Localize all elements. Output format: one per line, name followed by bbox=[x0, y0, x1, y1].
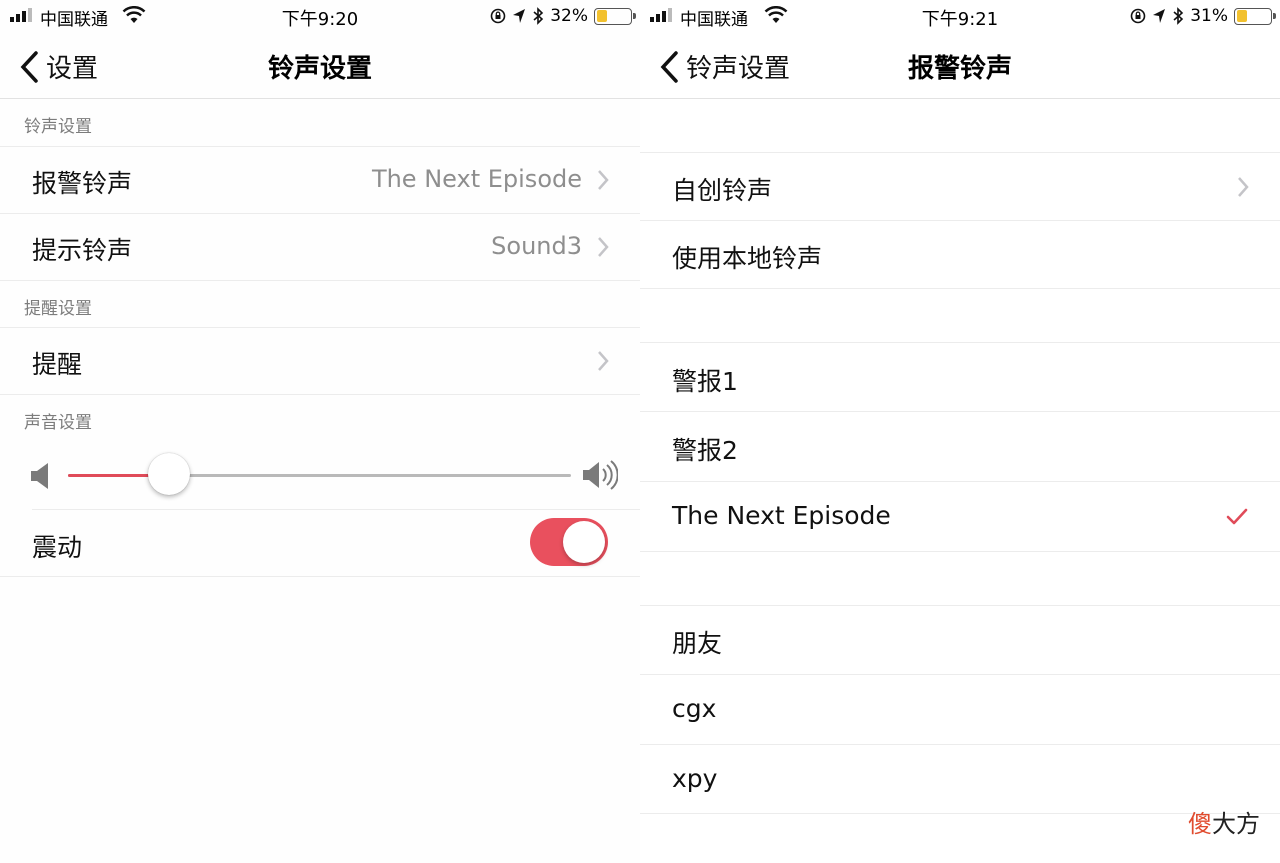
prompt-ringtone-label: 提示铃声 bbox=[32, 236, 133, 265]
custom-ringtone-row[interactable]: 自创铃声 bbox=[640, 153, 1280, 221]
vibrate-label: 震动 bbox=[32, 533, 83, 562]
rotation-lock-icon bbox=[490, 8, 506, 24]
vibrate-row: 震动 bbox=[0, 510, 640, 577]
volume-high-icon bbox=[583, 460, 618, 490]
list-item[interactable]: cgx bbox=[640, 675, 1280, 745]
toggle-thumb bbox=[563, 521, 605, 563]
alarm-ringtone-value: The Next Episode bbox=[371, 165, 582, 193]
volume-track[interactable] bbox=[68, 474, 571, 477]
ringtone-option-label: 朋友 bbox=[672, 629, 723, 658]
ringtone-option-label: 警报1 bbox=[672, 367, 738, 396]
battery-percent: 31% bbox=[1190, 6, 1228, 26]
chevron-right-icon bbox=[598, 170, 609, 190]
watermark: 傻大方 bbox=[1188, 804, 1260, 839]
battery-percent: 32% bbox=[550, 6, 588, 26]
ringtone-settings-screen: 中国联通 下午9:20 32% 设置 铃声设置 铃声设置 报警铃声 The Ne… bbox=[0, 0, 640, 863]
watermark-first: 傻 bbox=[1188, 810, 1212, 838]
ringtone-option-label: cgx bbox=[672, 694, 717, 723]
watermark-rest: 大方 bbox=[1212, 810, 1260, 838]
list-item[interactable]: 警报2 bbox=[640, 412, 1280, 482]
prompt-ringtone-row[interactable]: 提示铃声 Sound3 bbox=[0, 214, 640, 281]
reminder-row[interactable]: 提醒 bbox=[0, 328, 640, 395]
ringtone-option-label: 警报2 bbox=[672, 436, 738, 465]
chevron-right-icon bbox=[598, 351, 609, 371]
nav-bar: 设置 铃声设置 bbox=[0, 32, 640, 99]
battery-icon bbox=[1234, 7, 1276, 25]
volume-slider-knob[interactable] bbox=[147, 453, 190, 495]
location-icon bbox=[513, 9, 526, 23]
page-title: 铃声设置 bbox=[267, 54, 372, 84]
list-item[interactable]: 朋友 bbox=[640, 606, 1280, 675]
alarm-ringtone-label: 报警铃声 bbox=[32, 169, 133, 198]
ringtone-option-label: The Next Episode bbox=[672, 501, 891, 530]
status-bar: 中国联通 下午9:20 32% bbox=[0, 0, 640, 32]
vibrate-toggle[interactable] bbox=[530, 518, 608, 566]
page-title: 报警铃声 bbox=[907, 54, 1012, 84]
local-ringtone-row[interactable]: 使用本地铃声 bbox=[640, 221, 1280, 289]
nav-bar: 铃声设置 报警铃声 bbox=[640, 32, 1280, 99]
prompt-ringtone-value: Sound3 bbox=[491, 232, 582, 260]
status-right-icons: 32% bbox=[490, 6, 636, 26]
section-header-ringtone: 铃声设置 bbox=[24, 117, 92, 137]
status-bar: 中国联通 下午9:21 31% bbox=[640, 0, 1280, 32]
chevron-right-icon bbox=[598, 237, 609, 257]
list-item[interactable]: 警报1 bbox=[640, 343, 1280, 412]
section-header-sound: 声音设置 bbox=[24, 413, 92, 433]
list-item-selected[interactable]: The Next Episode bbox=[640, 482, 1280, 552]
alarm-ringtone-row[interactable]: 报警铃声 The Next Episode bbox=[0, 147, 640, 214]
rotation-lock-icon bbox=[1130, 8, 1146, 24]
battery-icon bbox=[594, 7, 636, 25]
volume-slider-row bbox=[0, 440, 640, 510]
alarm-ringtone-screen: 中国联通 下午9:21 31% 铃声设置 报警铃声 自创铃声 使用本地铃声 警报… bbox=[640, 0, 1280, 863]
location-icon bbox=[1153, 9, 1166, 23]
checkmark-icon bbox=[1226, 508, 1248, 525]
local-ringtone-label: 使用本地铃声 bbox=[672, 244, 823, 273]
chevron-right-icon bbox=[1238, 177, 1249, 197]
reminder-label: 提醒 bbox=[32, 350, 83, 379]
status-right-icons: 31% bbox=[1130, 6, 1276, 26]
section-header-reminder: 提醒设置 bbox=[24, 299, 92, 319]
bluetooth-icon bbox=[1173, 7, 1184, 25]
bluetooth-icon bbox=[533, 7, 544, 25]
volume-low-icon bbox=[31, 463, 48, 489]
ringtone-option-label: xpy bbox=[672, 764, 718, 793]
custom-ringtone-label: 自创铃声 bbox=[672, 176, 773, 205]
list-item[interactable]: xpy bbox=[640, 745, 1280, 814]
